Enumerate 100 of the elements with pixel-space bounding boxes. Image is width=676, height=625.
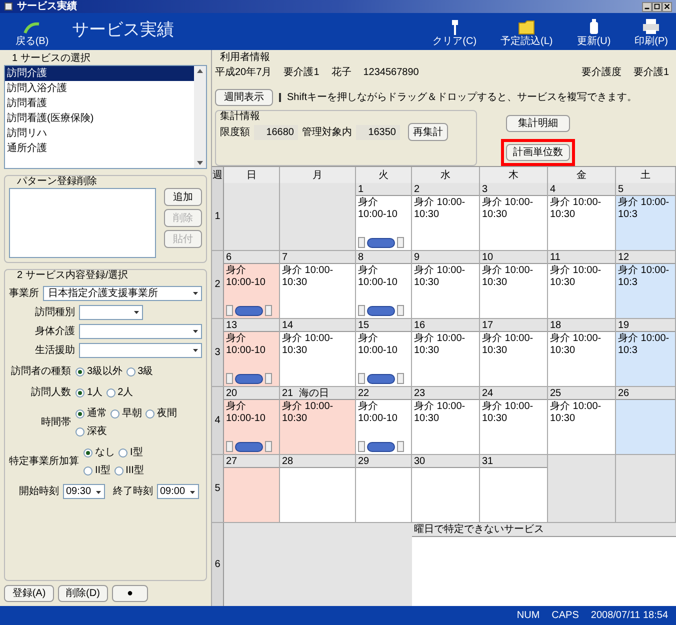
- recalculate-button[interactable]: 再集計: [408, 123, 448, 141]
- service-list-item[interactable]: 訪問看護(医療保険): [5, 111, 194, 126]
- service-entry[interactable]: 身介 10:00-10:30: [482, 401, 545, 425]
- day-cell[interactable]: 身介 10:00-10:30: [480, 196, 547, 250]
- day-cell[interactable]: 身介 10:00-10:30: [412, 196, 479, 250]
- day-cell[interactable]: 身介 10:00-10:30: [412, 400, 479, 454]
- close-button[interactable]: [662, 2, 672, 12]
- day-cell[interactable]: 身介 10:00-10:30: [548, 196, 615, 250]
- service-entry[interactable]: 身介 10:00-10: [226, 265, 277, 289]
- toolbar-button[interactable]: 印刷(P): [634, 18, 668, 47]
- back-button[interactable]: 戻る(B): [8, 21, 56, 47]
- service-list-item[interactable]: 訪問看護: [5, 96, 194, 111]
- time-select[interactable]: 09:00: [157, 484, 199, 499]
- service-entry[interactable]: 身介 10:00-10:30: [482, 265, 545, 289]
- day-cell[interactable]: 身介 10:00-10:30: [480, 332, 547, 386]
- service-list-item[interactable]: 訪問リハ: [5, 126, 194, 141]
- day-cell[interactable]: 身介 10:00-10:3: [616, 196, 675, 250]
- service-entry[interactable]: 身介 10:00-10:30: [282, 333, 353, 357]
- dropdown-field[interactable]: [79, 305, 143, 320]
- action-button[interactable]: 登録(A): [4, 585, 54, 602]
- scroll-control[interactable]: [226, 441, 272, 452]
- service-entry[interactable]: 身介 10:00-10: [358, 265, 409, 289]
- office-select[interactable]: 日本指定介護支援事業所: [43, 286, 202, 301]
- service-list-item[interactable]: 訪問入浴介護: [5, 81, 194, 96]
- day-cell[interactable]: 身介 10:00-10:3: [616, 264, 675, 318]
- day-cell[interactable]: 身介 10:00-10: [356, 332, 411, 386]
- scroll-control[interactable]: [358, 237, 404, 248]
- service-entry[interactable]: 身介 10:00-10:30: [282, 401, 353, 425]
- service-entry[interactable]: 身介 10:00-10:30: [550, 265, 613, 289]
- day-cell[interactable]: 身介 10:00-10:30: [280, 264, 355, 318]
- service-entry[interactable]: 身介 10:00-10:30: [414, 333, 477, 357]
- day-cell[interactable]: 身介 10:00-10:3: [616, 332, 675, 386]
- service-entry[interactable]: 身介 10:00-10:3: [618, 197, 673, 221]
- service-entry[interactable]: 身介 10:00-10:30: [550, 401, 613, 425]
- day-cell[interactable]: 身介 10:00-10: [224, 332, 279, 386]
- day-cell[interactable]: 身介 10:00-10:30: [548, 264, 615, 318]
- service-entry[interactable]: 身介 10:00-10:30: [550, 197, 613, 221]
- side-button[interactable]: 集計明細: [506, 115, 570, 132]
- scroll-control[interactable]: [358, 305, 404, 316]
- pattern-button[interactable]: 追加: [164, 188, 202, 206]
- side-button[interactable]: 計画単位数: [506, 144, 570, 161]
- toolbar-button[interactable]: 更新(U): [576, 18, 611, 47]
- scroll-control[interactable]: [226, 305, 272, 316]
- day-cell[interactable]: [616, 400, 675, 454]
- scroll-control[interactable]: [358, 441, 404, 452]
- day-cell[interactable]: 身介 10:00-10: [356, 196, 411, 250]
- radio-option[interactable]: III型: [114, 463, 144, 478]
- radio-option[interactable]: なし: [83, 445, 115, 460]
- service-entry[interactable]: 身介 10:00-10:30: [482, 333, 545, 357]
- service-entry[interactable]: 身介 10:00-10:30: [550, 333, 613, 357]
- day-cell[interactable]: 身介 10:00-10: [224, 400, 279, 454]
- service-list-item[interactable]: 訪問介護: [5, 66, 194, 81]
- week-view-button[interactable]: 週間表示: [215, 89, 273, 106]
- radio-option[interactable]: 通常: [75, 406, 107, 421]
- service-entry[interactable]: 身介 10:00-10:30: [414, 197, 477, 221]
- scroll-control[interactable]: [226, 373, 272, 384]
- day-cell[interactable]: [356, 468, 411, 522]
- service-entry[interactable]: 身介 10:00-10: [358, 333, 409, 357]
- scroll-control[interactable]: [358, 373, 404, 384]
- service-entry[interactable]: 身介 10:00-10:30: [482, 197, 545, 221]
- service-entry[interactable]: 身介 10:00-10: [358, 197, 409, 221]
- day-cell[interactable]: 身介 10:00-10:30: [480, 400, 547, 454]
- day-cell[interactable]: 身介 10:00-10: [356, 264, 411, 318]
- day-cell[interactable]: 身介 10:00-10:30: [412, 332, 479, 386]
- day-cell[interactable]: 身介 10:00-10: [356, 400, 411, 454]
- dropdown-field[interactable]: [79, 343, 202, 358]
- service-entry[interactable]: 身介 10:00-10:30: [282, 265, 353, 289]
- service-entry[interactable]: 身介 10:00-10:3: [618, 265, 673, 289]
- scroll-bar[interactable]: [194, 66, 206, 168]
- action-button[interactable]: ●: [112, 585, 148, 602]
- time-select[interactable]: 09:30: [63, 484, 105, 499]
- radio-option[interactable]: 1人: [75, 385, 103, 400]
- day-cell[interactable]: 身介 10:00-10:30: [548, 400, 615, 454]
- dropdown-field[interactable]: [79, 324, 202, 339]
- toolbar-button[interactable]: クリア(C): [432, 20, 477, 47]
- service-entry[interactable]: 身介 10:00-10:30: [414, 265, 477, 289]
- radio-option[interactable]: II型: [83, 463, 111, 478]
- radio-option[interactable]: 3級以外: [75, 364, 123, 379]
- service-entry[interactable]: 身介 10:00-10: [358, 401, 409, 425]
- day-cell[interactable]: [224, 468, 279, 522]
- radio-option[interactable]: 夜間: [145, 406, 177, 421]
- maximize-button[interactable]: [652, 2, 662, 12]
- radio-option[interactable]: 深夜: [75, 424, 107, 439]
- toolbar-button[interactable]: 予定読込(L): [500, 18, 553, 47]
- action-button[interactable]: 削除(D): [58, 585, 108, 602]
- day-cell[interactable]: 身介 10:00-10:30: [480, 264, 547, 318]
- radio-option[interactable]: I型: [118, 445, 143, 460]
- day-cell[interactable]: 身介 10:00-10:30: [412, 264, 479, 318]
- service-entry[interactable]: 身介 10:00-10: [226, 333, 277, 357]
- service-list-item[interactable]: 通所介護: [5, 141, 194, 156]
- day-cell[interactable]: 身介 10:00-10:30: [280, 400, 355, 454]
- day-cell[interactable]: 身介 10:00-10:30: [280, 332, 355, 386]
- service-entry[interactable]: 身介 10:00-10:30: [414, 401, 477, 425]
- radio-option[interactable]: 早朝: [110, 406, 142, 421]
- radio-option[interactable]: 2人: [106, 385, 134, 400]
- service-entry[interactable]: 身介 10:00-10: [226, 401, 277, 425]
- day-cell[interactable]: 身介 10:00-10:30: [548, 332, 615, 386]
- service-entry[interactable]: 身介 10:00-10:3: [618, 333, 673, 357]
- day-cell[interactable]: [480, 468, 547, 522]
- day-cell[interactable]: [280, 468, 355, 522]
